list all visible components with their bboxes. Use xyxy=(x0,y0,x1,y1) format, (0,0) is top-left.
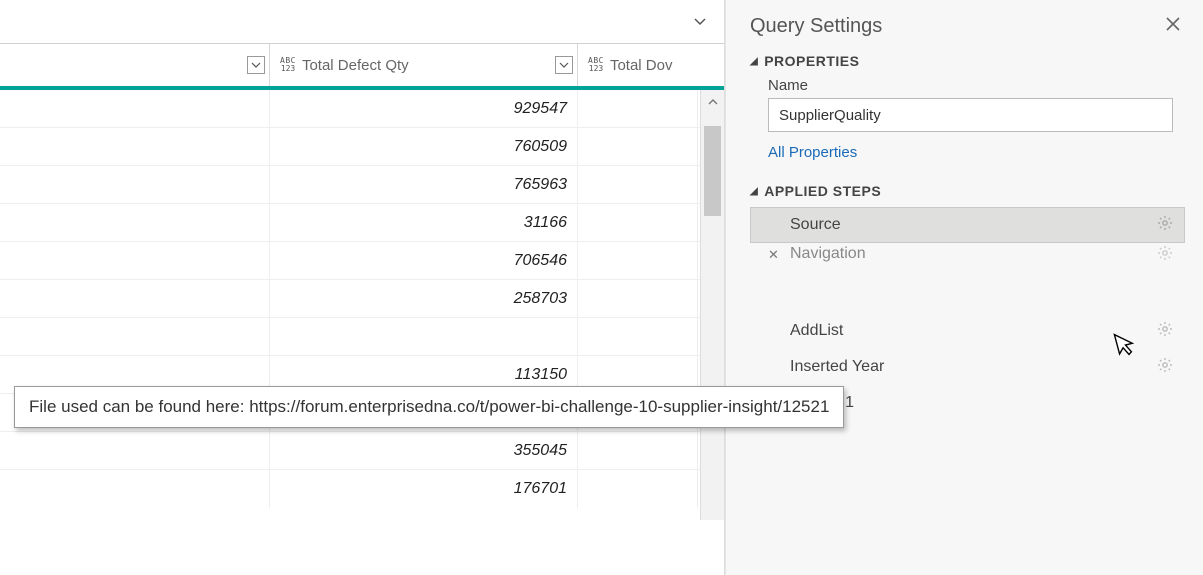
formula-bar[interactable] xyxy=(0,0,724,44)
collapse-triangle-icon: ◢ xyxy=(750,186,758,197)
collapse-triangle-icon: ◢ xyxy=(750,56,758,67)
table-row[interactable]: 765963 xyxy=(0,166,724,204)
filter-dropdown-icon[interactable] xyxy=(555,56,573,74)
gear-icon[interactable] xyxy=(1157,357,1173,378)
cell-value: 706546 xyxy=(270,242,578,279)
table-row[interactable] xyxy=(0,318,724,356)
properties-section-heading[interactable]: ◢ PROPERTIES xyxy=(750,53,1185,69)
source-tooltip: File used can be found here: https://for… xyxy=(14,386,844,428)
gear-icon[interactable] xyxy=(1157,215,1173,236)
step-label: Navigation xyxy=(790,245,866,263)
table-row[interactable]: 929547 xyxy=(0,90,724,128)
applied-steps-section-heading[interactable]: ◢ APPLIED STEPS xyxy=(750,183,1185,199)
table-row[interactable]: 760509 xyxy=(0,128,724,166)
query-name-input[interactable] xyxy=(768,98,1173,132)
cell-value: 765963 xyxy=(270,166,578,203)
cell-value: 355045 xyxy=(270,432,578,469)
table-row[interactable]: 31166 xyxy=(0,204,724,242)
table-row[interactable]: 355045 xyxy=(0,432,724,470)
delete-step-icon[interactable]: ✕ xyxy=(768,247,779,263)
query-settings-pane: Query Settings ◢ PROPERTIES Name All Pro… xyxy=(725,0,1203,575)
table-row[interactable]: 176701 xyxy=(0,470,724,508)
applied-step-inserted-year[interactable]: Inserted Year xyxy=(750,349,1185,385)
gear-icon[interactable] xyxy=(1157,321,1173,342)
gear-icon[interactable] xyxy=(1157,245,1173,266)
step-label: Inserted Year xyxy=(790,358,884,376)
vertical-scrollbar[interactable] xyxy=(700,90,724,520)
grid-body: 929547 760509 765963 31166 xyxy=(0,90,724,575)
cell-value: 258703 xyxy=(270,280,578,317)
scrollbar-thumb[interactable] xyxy=(704,126,721,216)
data-grid-pane: ABC123 Total Defect Qty ABC123 Total Dov… xyxy=(0,0,725,575)
all-properties-link[interactable]: All Properties xyxy=(768,144,857,161)
column-name-label: Total Defect Qty xyxy=(300,57,555,74)
table-row[interactable]: 258703 xyxy=(0,280,724,318)
grid-header-row: ABC123 Total Defect Qty ABC123 Total Dov xyxy=(0,44,724,90)
abc123-type-icon: ABC123 xyxy=(588,57,604,73)
cell-value: 760509 xyxy=(270,128,578,165)
scroll-up-icon[interactable] xyxy=(701,90,724,114)
abc123-type-icon: ABC123 xyxy=(280,57,296,73)
filter-dropdown-icon[interactable] xyxy=(247,56,265,74)
column-name-label: Total Dov xyxy=(608,57,694,74)
close-icon[interactable] xyxy=(1161,14,1185,39)
table-row[interactable]: 706546 xyxy=(0,242,724,280)
cell-value: 31166 xyxy=(270,204,578,241)
column-header-total-dov[interactable]: ABC123 Total Dov xyxy=(578,44,698,86)
column-header-partial[interactable] xyxy=(0,44,270,86)
tooltip-text: File used can be found here: https://for… xyxy=(29,397,829,416)
name-label: Name xyxy=(768,77,1185,94)
step-label: AddList xyxy=(790,322,843,340)
cell-value: 176701 xyxy=(270,470,578,508)
applied-step-navigation[interactable]: ✕ Navigation xyxy=(750,243,1185,267)
column-header-total-defect-qty[interactable]: ABC123 Total Defect Qty xyxy=(270,44,578,86)
cell-value xyxy=(270,318,578,355)
pane-title: Query Settings xyxy=(750,15,882,38)
chevron-down-icon[interactable] xyxy=(688,10,712,34)
step-label: Source xyxy=(790,216,841,234)
applied-step-source[interactable]: Source xyxy=(750,207,1185,243)
applied-step-addlist[interactable]: AddList xyxy=(750,313,1185,349)
cell-value: 929547 xyxy=(270,90,578,127)
